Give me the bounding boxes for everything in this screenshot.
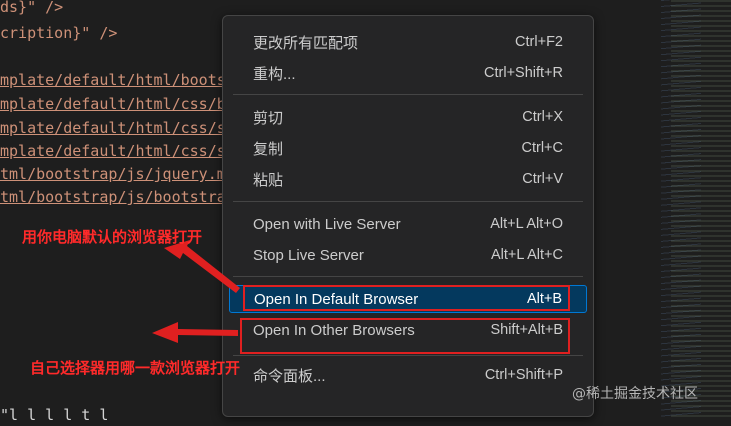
arrow-icon bbox=[164, 240, 240, 293]
annotation-default-browser: 用你电脑默认的浏览器打开 bbox=[22, 228, 203, 246]
annotation-other-browsers: 自己选择器用哪一款浏览器打开 bbox=[30, 359, 241, 377]
watermark: @稀土掘金技术社区 bbox=[572, 386, 698, 402]
arrow-icon bbox=[152, 322, 238, 343]
annotation-arrows bbox=[152, 240, 240, 343]
